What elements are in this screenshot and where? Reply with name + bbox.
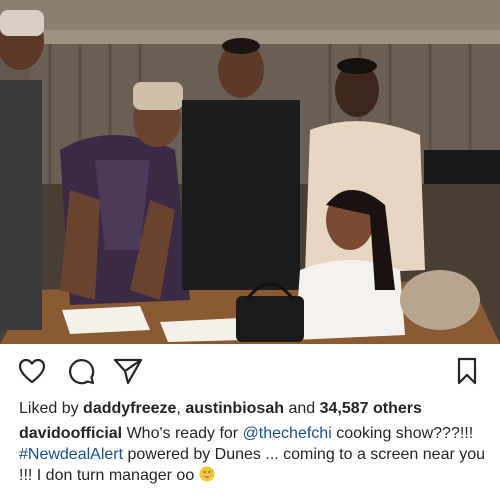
caption-hashtag[interactable]: #NewdealAlert [19, 446, 123, 463]
share-button[interactable] [113, 356, 143, 386]
paper-right [160, 318, 246, 342]
caption-mention[interactable]: @thechefchi [243, 425, 332, 442]
chair [400, 270, 480, 330]
post-actions [0, 352, 500, 388]
paper-left [62, 306, 150, 334]
post-caption: davidoofficial Who's ready for @thechefc… [19, 423, 491, 486]
comment-icon [69, 359, 95, 385]
paper-plane-icon [113, 358, 143, 385]
bookmark-icon [457, 357, 477, 385]
caption-username[interactable]: davidoofficial [19, 425, 122, 442]
likes-prefix: Liked by [19, 400, 84, 417]
grinning-sweat-emoji [199, 466, 215, 482]
like-button[interactable] [17, 356, 47, 386]
photo-illustration [0, 0, 500, 344]
ceiling [0, 0, 500, 30]
likes-and: and [284, 400, 320, 417]
man-agbada-cap [133, 82, 183, 110]
likes-summary: Liked by daddyfreeze, austinbiosah and 3… [19, 399, 489, 419]
liker-user2[interactable]: austinbiosah [185, 400, 284, 417]
liker-user1[interactable]: daddyfreeze [83, 400, 176, 417]
likes-count[interactable]: 34,587 others [320, 400, 422, 417]
man-black-shirt [182, 100, 300, 290]
handbag [236, 296, 304, 342]
heart-icon [18, 358, 46, 384]
person-left [0, 80, 42, 330]
save-button[interactable] [452, 356, 482, 386]
post-photo[interactable] [0, 0, 500, 344]
caption-text-1: Who's ready for [122, 425, 243, 442]
likes-separator: , [176, 400, 186, 417]
person-left-cap [0, 10, 44, 36]
man-black-hair [222, 38, 260, 54]
caption-text-2: cooking show???!!! [331, 425, 474, 442]
man-cream-hair [337, 58, 377, 74]
comment-button[interactable] [66, 356, 96, 386]
